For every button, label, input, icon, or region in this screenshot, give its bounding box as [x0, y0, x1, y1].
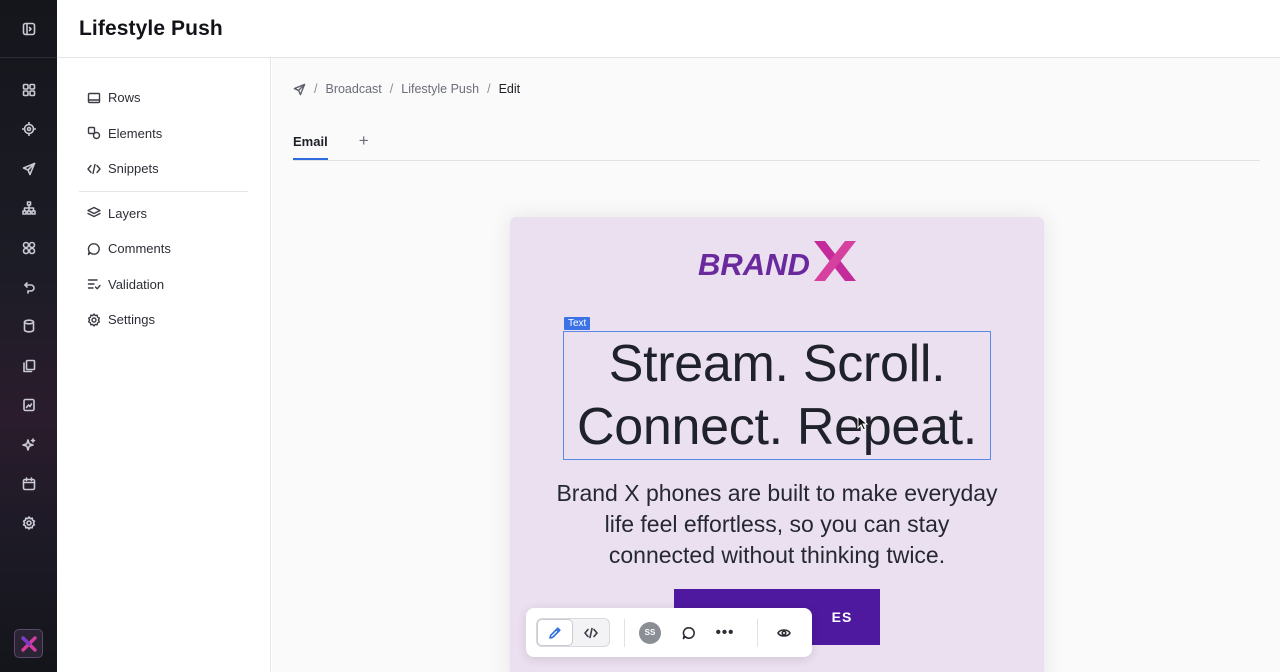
builder-sidebar: Rows Elements Snippets Layers Comments V…	[57, 58, 271, 672]
sidebar-item-label: Snippets	[108, 161, 159, 177]
hierarchy-icon[interactable]	[13, 192, 45, 224]
code-mode-button[interactable]	[573, 619, 609, 646]
breadcrumb-separator: /	[314, 82, 318, 96]
selected-element-tag: Text	[564, 317, 591, 330]
code-icon	[87, 163, 101, 174]
more-button[interactable]: •••	[707, 618, 743, 648]
add-tab-button[interactable]: +	[359, 132, 369, 149]
app-rail	[0, 0, 57, 672]
toolbar-divider	[624, 618, 625, 647]
pencil-icon	[549, 626, 561, 639]
settings-icon[interactable]	[13, 507, 45, 539]
breadcrumb-broadcast[interactable]: Broadcast	[325, 82, 381, 96]
breadcrumb-current: Edit	[498, 82, 521, 96]
panel-toggle-icon[interactable]	[13, 13, 45, 45]
target-icon[interactable]	[13, 113, 45, 145]
sidebar-item-settings[interactable]: Settings	[57, 302, 270, 338]
dashboard-icon[interactable]	[13, 74, 45, 106]
sidebar-item-comments[interactable]: Comments	[57, 231, 270, 267]
elements-icon	[87, 127, 101, 140]
page-header: Lifestyle Push	[57, 0, 1280, 58]
headline-line-1: Stream. Scroll.	[608, 334, 946, 393]
sidebar-item-label: Rows	[108, 90, 141, 106]
sidebar-divider	[79, 190, 248, 192]
rows-icon	[87, 92, 101, 103]
comment-icon	[87, 242, 100, 255]
sidebar-item-label: Validation	[108, 276, 165, 292]
floating-toolbar: SS •••	[526, 608, 812, 657]
brand-logo-icon[interactable]	[14, 629, 43, 658]
sidebar-item-label: Comments	[108, 241, 171, 257]
sidebar-item-label: Layers	[108, 205, 148, 221]
settings-icon	[87, 313, 101, 327]
headline: Stream. Scroll. Connect. Repeat.	[577, 333, 977, 459]
code-icon	[584, 627, 598, 638]
send-icon[interactable]	[293, 83, 306, 96]
file-chart-icon[interactable]	[13, 389, 45, 421]
send-icon[interactable]	[13, 153, 45, 185]
layers-icon	[87, 207, 101, 218]
comment-icon	[682, 626, 695, 639]
cursor-icon	[857, 415, 869, 431]
avatar[interactable]: SS	[639, 621, 661, 644]
headline-line-2: Connect. Repeat.	[577, 397, 977, 456]
validation-icon	[87, 279, 101, 290]
sidebar-item-label: Elements	[108, 125, 163, 141]
body-text[interactable]: Brand X phones are built to make everyda…	[550, 478, 1004, 571]
sparkle-icon[interactable]	[13, 429, 45, 461]
sidebar-item-layers[interactable]: Layers	[57, 196, 270, 232]
more-icon: •••	[715, 624, 735, 641]
preview-button[interactable]	[766, 618, 802, 648]
database-icon[interactable]	[13, 310, 45, 342]
brand-logo-text: BRAND	[698, 247, 810, 282]
calendar-icon[interactable]	[13, 468, 45, 500]
toolbar-divider	[757, 618, 758, 647]
rail-nav	[13, 58, 45, 539]
copy-icon[interactable]	[13, 350, 45, 382]
edit-mode-button[interactable]	[537, 619, 573, 646]
comment-button[interactable]	[671, 618, 707, 648]
channel-tabs: Email +	[293, 128, 1260, 161]
email-canvas[interactable]: BRAND Text Stream. Scroll. Connect. Repe…	[510, 217, 1044, 672]
components-icon[interactable]	[13, 232, 45, 264]
sidebar-item-rows[interactable]: Rows	[57, 80, 270, 116]
sidebar-item-label: Settings	[108, 312, 155, 328]
sidebar-item-validation[interactable]: Validation	[57, 267, 270, 303]
headline-text-block[interactable]: Stream. Scroll. Connect. Repeat.	[563, 331, 991, 460]
brand-x-logo[interactable]: BRAND	[696, 239, 858, 283]
mode-switch	[536, 618, 610, 647]
breadcrumb: / Broadcast / Lifestyle Push / Edit	[293, 82, 520, 96]
rail-top	[0, 0, 57, 58]
page-title: Lifestyle Push	[79, 16, 223, 40]
breadcrumb-lifestyle-push[interactable]: Lifestyle Push	[401, 82, 479, 96]
breadcrumb-separator: /	[389, 82, 394, 96]
sidebar-item-elements[interactable]: Elements	[57, 116, 270, 152]
breadcrumb-separator: /	[487, 82, 491, 96]
sidebar-item-snippets[interactable]: Snippets	[57, 151, 270, 187]
editor-main: / Broadcast / Lifestyle Push / Edit Emai…	[272, 58, 1280, 672]
undo-flow-icon[interactable]	[13, 271, 45, 303]
tab-email[interactable]: Email	[293, 128, 328, 160]
eye-icon	[777, 628, 791, 637]
